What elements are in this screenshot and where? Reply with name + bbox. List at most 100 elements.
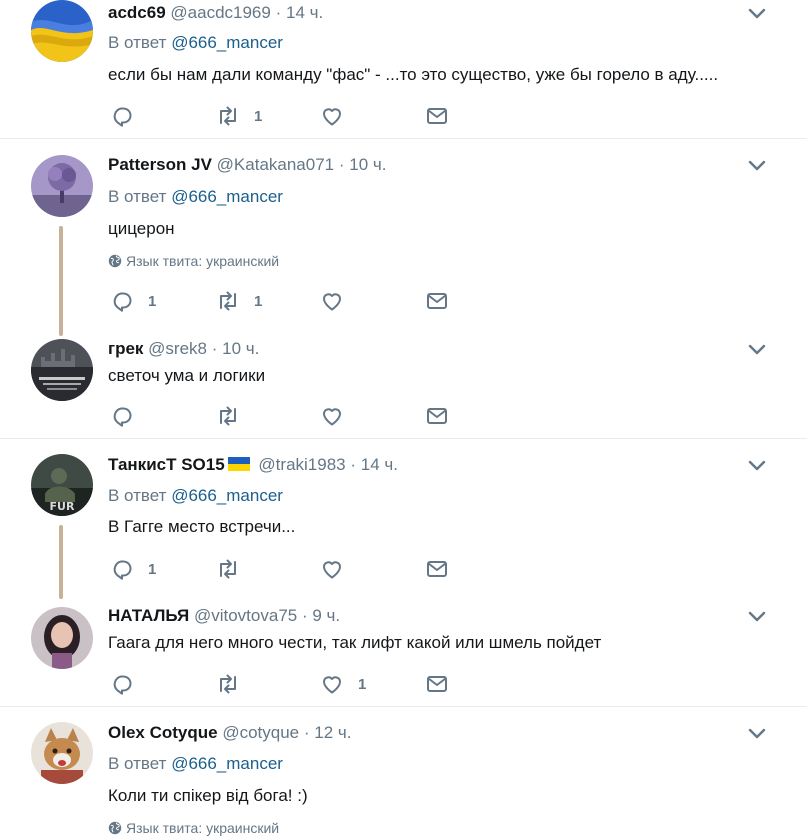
like-icon (320, 289, 344, 313)
avatar-castle-image (31, 339, 93, 401)
reply-label: В ответ (108, 187, 167, 206)
like-button[interactable] (320, 557, 358, 581)
tweet[interactable]: FUR ТанкисТ SO15 @traki1983 · 14 ч. В от… (0, 439, 807, 599)
avatar[interactable] (31, 607, 93, 669)
direct-message-icon (425, 672, 449, 696)
username[interactable]: @vitovtova75 (194, 606, 297, 625)
tweet-actions: 1 (108, 557, 468, 581)
direct-message-button[interactable] (425, 104, 449, 128)
like-icon (320, 104, 344, 128)
chevron-down-icon[interactable] (748, 728, 766, 740)
retweet-icon (216, 404, 240, 428)
ukraine-flag-icon (227, 457, 250, 471)
tweet-actions (108, 404, 468, 428)
chevron-down-icon[interactable] (748, 160, 766, 172)
display-name[interactable]: Patterson JV (108, 155, 212, 174)
direct-message-button[interactable] (425, 672, 449, 696)
reply-context: В ответ @666_mancer (108, 33, 283, 53)
direct-message-button[interactable] (425, 557, 449, 581)
reply-context: В ответ @666_mancer (108, 187, 283, 207)
like-button[interactable]: 1 (320, 672, 366, 696)
tweet[interactable]: грек @srek8 · 10 ч. светоч ума и логики (0, 335, 807, 438)
mention-link[interactable]: @666_mancer (171, 33, 283, 52)
tweet-actions: 1 1 (108, 289, 468, 313)
username[interactable]: @traki1983 (258, 455, 345, 474)
separator: · (303, 723, 310, 742)
like-button[interactable] (320, 289, 358, 313)
tweet[interactable]: НАТАЛЬЯ @vitovtova75 · 9 ч. Гаага для не… (0, 599, 807, 706)
reply-button[interactable] (110, 404, 148, 428)
timestamp[interactable]: 10 ч. (222, 339, 259, 358)
replies-feed: acdc69 @aacdc1969 · 14 ч. В ответ @666_m… (0, 0, 807, 839)
tweet-header: Patterson JV @Katakana071 · 10 ч. (108, 155, 387, 175)
direct-message-button[interactable] (425, 289, 449, 313)
tweet-text: если бы нам дали команду "фас" - ...то э… (108, 65, 719, 84)
display-name[interactable]: ТанкисТ SO15 (108, 455, 225, 474)
reply-icon (110, 672, 134, 696)
mention-link[interactable]: @666_mancer (171, 187, 283, 206)
display-name[interactable]: acdc69 (108, 3, 166, 22)
display-name[interactable]: НАТАЛЬЯ (108, 606, 189, 625)
like-button[interactable] (320, 404, 358, 428)
separator: · (275, 3, 282, 22)
username[interactable]: @srek8 (148, 339, 207, 358)
tweet-text: светоч ума и логики (108, 366, 266, 385)
avatar-cat-image (31, 722, 93, 784)
reply-button[interactable] (110, 104, 148, 128)
reply-icon (110, 104, 134, 128)
chevron-down-icon[interactable] (748, 460, 766, 472)
display-name[interactable]: Olex Cotyque (108, 723, 218, 742)
timestamp[interactable]: 10 ч. (349, 155, 386, 174)
timestamp[interactable]: 14 ч. (361, 455, 398, 474)
retweet-count: 1 (254, 292, 263, 310)
thread-line (59, 525, 63, 599)
chevron-down-icon[interactable] (748, 611, 766, 623)
retweet-button[interactable] (216, 672, 254, 696)
avatar[interactable]: FUR (31, 454, 93, 516)
like-icon (320, 404, 344, 428)
reply-button[interactable]: 1 (110, 289, 156, 313)
tweet[interactable]: Patterson JV @Katakana071 · 10 ч. В отве… (0, 139, 807, 336)
reply-button[interactable] (110, 672, 148, 696)
direct-message-icon (425, 289, 449, 313)
avatar[interactable] (31, 155, 93, 217)
avatar-ukraine-flag-image (31, 0, 93, 62)
reply-context: В ответ @666_mancer (108, 486, 283, 506)
avatar[interactable] (31, 0, 93, 62)
avatar[interactable] (31, 722, 93, 784)
username[interactable]: @aacdc1969 (170, 3, 270, 22)
retweet-button[interactable]: 1 (216, 289, 262, 313)
reply-button[interactable]: 1 (110, 557, 156, 581)
separator: · (211, 339, 218, 358)
reply-context: В ответ @666_mancer (108, 754, 283, 774)
timestamp[interactable]: 9 ч. (312, 606, 340, 625)
separator: · (350, 455, 357, 474)
like-button[interactable] (320, 104, 358, 128)
tweet[interactable]: acdc69 @aacdc1969 · 14 ч. В ответ @666_m… (0, 0, 807, 138)
retweet-button[interactable] (216, 557, 254, 581)
tweet[interactable]: Olex Cotyque @cotyque · 12 ч. В ответ @6… (0, 707, 807, 839)
reply-label: В ответ (108, 33, 167, 52)
chevron-down-icon[interactable] (748, 344, 766, 356)
avatar[interactable] (31, 339, 93, 401)
reply-label: В ответ (108, 754, 167, 773)
avatar-woman-image (31, 607, 93, 669)
direct-message-button[interactable] (425, 404, 449, 428)
username[interactable]: @cotyque (222, 723, 299, 742)
timestamp[interactable]: 12 ч. (314, 723, 351, 742)
separator: · (338, 155, 345, 174)
direct-message-icon (425, 104, 449, 128)
retweet-button[interactable] (216, 404, 254, 428)
mention-link[interactable]: @666_mancer (171, 486, 283, 505)
timestamp[interactable]: 14 ч. (286, 3, 323, 22)
like-count: 1 (358, 675, 367, 693)
display-name[interactable]: грек (108, 339, 143, 358)
tweet-language[interactable]: Язык твита: украинский (108, 820, 279, 836)
tweet-header: acdc69 @aacdc1969 · 14 ч. (108, 3, 323, 23)
tweet-language[interactable]: Язык твита: украинский (108, 253, 279, 269)
globe-icon (108, 821, 122, 835)
retweet-button[interactable]: 1 (216, 104, 262, 128)
mention-link[interactable]: @666_mancer (171, 754, 283, 773)
username[interactable]: @Katakana071 (217, 155, 334, 174)
chevron-down-icon[interactable] (748, 8, 766, 20)
